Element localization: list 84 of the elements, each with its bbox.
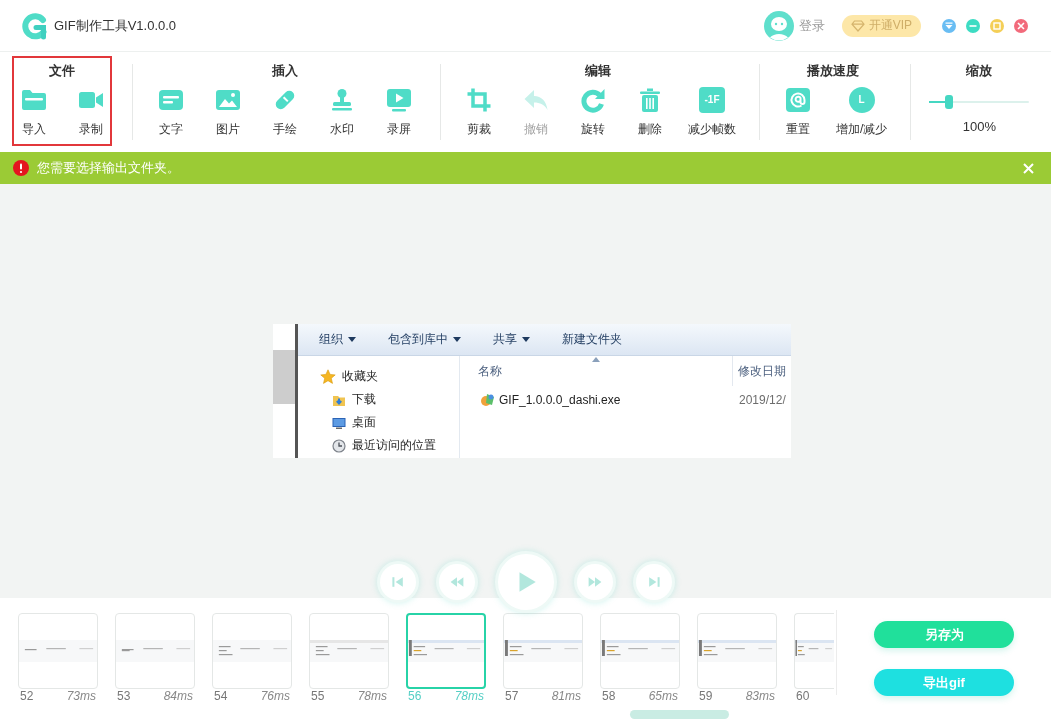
- clock-icon: [332, 438, 346, 453]
- star-icon: [320, 368, 336, 385]
- frame-duration: 83ms: [745, 689, 776, 703]
- group-title: 缩放: [966, 62, 993, 80]
- frame-duration: 76ms: [260, 689, 291, 703]
- frame-duration: 65ms: [648, 689, 679, 703]
- frame-number: 58: [601, 689, 616, 703]
- frame-duration: 81ms: [551, 689, 582, 703]
- diamond-icon: [850, 19, 865, 32]
- screen-play-icon: [385, 87, 412, 113]
- nav-item[interactable]: 下载: [298, 388, 459, 411]
- toolbar-button[interactable]: 水印: [313, 87, 370, 137]
- file-date: 2019/12/: [738, 393, 786, 407]
- letter-disc: L: [848, 87, 875, 113]
- square-icon: [992, 20, 1002, 31]
- group-title: 编辑: [585, 62, 611, 80]
- monitor-icon: [332, 415, 346, 430]
- frame-number: 56: [407, 689, 422, 703]
- scrollbar-thumb[interactable]: [630, 710, 729, 719]
- group-title: 文件: [49, 62, 75, 80]
- mini-screenshot-drawing: [795, 640, 834, 662]
- toolbar-button[interactable]: 手绘: [256, 87, 313, 137]
- toolbar-button[interactable]: 录制: [62, 87, 119, 137]
- frame-number: 55: [310, 689, 325, 703]
- spiral-icon: [784, 87, 811, 113]
- frame-number: 59: [698, 689, 713, 703]
- close-icon[interactable]: [1023, 162, 1034, 174]
- zoom-slider[interactable]: [929, 95, 1030, 109]
- skip-back-icon: [389, 574, 406, 590]
- toolbar-button[interactable]: 旋转: [564, 87, 621, 137]
- group-title: 播放速度: [807, 62, 860, 80]
- frame-duration: 73ms: [66, 689, 97, 703]
- window-title: GIF制作工具V1.0.0.0: [54, 16, 177, 35]
- avatar-icon: [763, 10, 794, 41]
- logo-icon: [22, 11, 48, 40]
- nav-item[interactable]: 最近访问的位置: [298, 434, 459, 457]
- frame-tile: -1F: [699, 87, 725, 113]
- toolbar-button[interactable]: 录屏: [370, 87, 427, 137]
- frame-number: 60: [795, 689, 810, 703]
- nav-item[interactable]: 收藏夹: [298, 365, 459, 388]
- caret-down-icon: [944, 20, 954, 31]
- zoom-reading: 100%: [962, 119, 996, 135]
- toolbar-button[interactable]: 导入: [5, 87, 62, 137]
- toolbar-button[interactable]: 文字: [142, 87, 199, 137]
- folder-icon: [20, 87, 47, 113]
- frame-number: 52: [19, 689, 34, 703]
- alert-message: 您需要选择输出文件夹。: [37, 159, 180, 177]
- toolbar-button[interactable]: 剪裁: [450, 87, 507, 137]
- slider-thumb[interactable]: [945, 95, 954, 109]
- crop-icon: [465, 87, 492, 113]
- minimize-button[interactable]: [966, 18, 980, 33]
- column-header[interactable]: 名称: [460, 356, 733, 386]
- caret-icon: [453, 337, 461, 342]
- explorer-menu-button[interactable]: 组织: [303, 327, 372, 352]
- nav-item[interactable]: 桌面: [298, 411, 459, 434]
- close-icon: [1016, 20, 1026, 31]
- toolbar-button[interactable]: 重置: [769, 87, 826, 137]
- alert-icon: [13, 160, 29, 176]
- image-icon: [214, 87, 241, 113]
- explorer-menu-button[interactable]: 共享: [477, 327, 546, 352]
- text-card-icon: [157, 87, 184, 113]
- rotate-icon: [579, 87, 606, 113]
- toolbar-button[interactable]: -1F 减少帧数: [678, 87, 746, 137]
- program-icon: [480, 392, 496, 408]
- explorer-menu-button[interactable]: 新建文件夹: [546, 327, 638, 352]
- frame-number: 57: [504, 689, 519, 703]
- close-button[interactable]: [1014, 18, 1028, 33]
- frame-thumbnail[interactable]: [406, 613, 486, 689]
- caret-icon: [348, 337, 356, 342]
- dropdown-button[interactable]: [942, 18, 956, 33]
- frame-duration: 78ms: [454, 689, 485, 703]
- caret-icon: [522, 337, 530, 342]
- maximize-button[interactable]: [990, 18, 1004, 33]
- toolbar-button[interactable]: 删除: [621, 87, 678, 137]
- frame-duration: 84ms: [163, 689, 194, 703]
- column-header[interactable]: 修改日期: [733, 356, 786, 386]
- file-name[interactable]: GIF_1.0.0.0_dashi.exe: [499, 393, 621, 407]
- toolbar-button[interactable]: L 增加/减少: [826, 87, 898, 137]
- frame-duration: 78ms: [357, 689, 388, 703]
- frame-number: 54: [213, 689, 228, 703]
- toolbar-button[interactable]: 图片: [199, 87, 256, 137]
- group-title: 插入: [271, 62, 298, 80]
- explorer-menu-button[interactable]: 包含到库中: [372, 327, 477, 352]
- frame-number: 53: [116, 689, 131, 703]
